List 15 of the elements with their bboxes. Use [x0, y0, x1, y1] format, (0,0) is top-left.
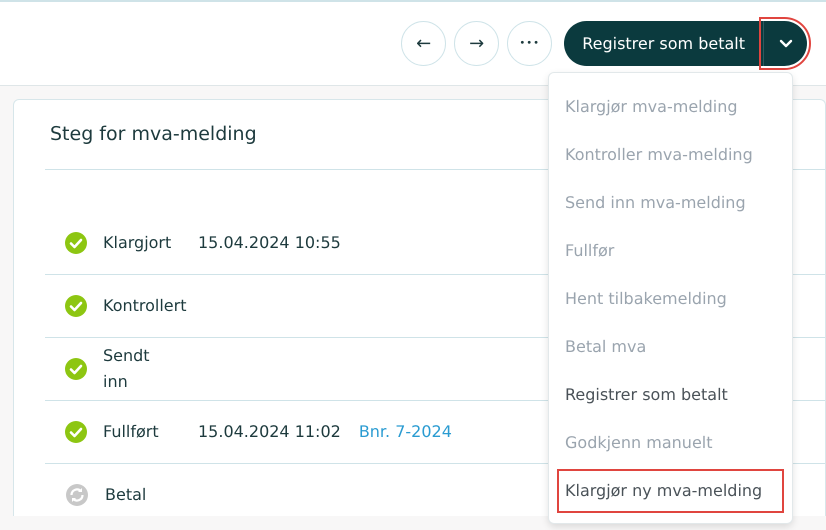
- step-timestamp: 15.04.2024 11:02: [198, 420, 341, 442]
- more-button[interactable]: •••: [507, 21, 552, 66]
- step-label: Klargjort: [103, 232, 172, 254]
- step-timestamp: 15.04.2024 10:55: [198, 232, 341, 254]
- menu-item[interactable]: Klargjør ny mva-melding: [555, 467, 786, 515]
- register-paid-button[interactable]: Registrer som betalt: [564, 21, 763, 66]
- chevron-down-icon: [778, 38, 792, 48]
- step-label: Betal: [105, 484, 146, 506]
- menu-item[interactable]: Registrer som betalt: [555, 371, 786, 419]
- step-label: Fullført: [103, 420, 160, 443]
- voucher-link[interactable]: Bnr. 7-2024: [358, 420, 452, 444]
- forward-button[interactable]: →: [454, 21, 500, 66]
- back-button[interactable]: ←: [401, 21, 446, 66]
- step-label: Kontrollert: [103, 294, 186, 317]
- step-label: Sendt inn: [103, 344, 150, 392]
